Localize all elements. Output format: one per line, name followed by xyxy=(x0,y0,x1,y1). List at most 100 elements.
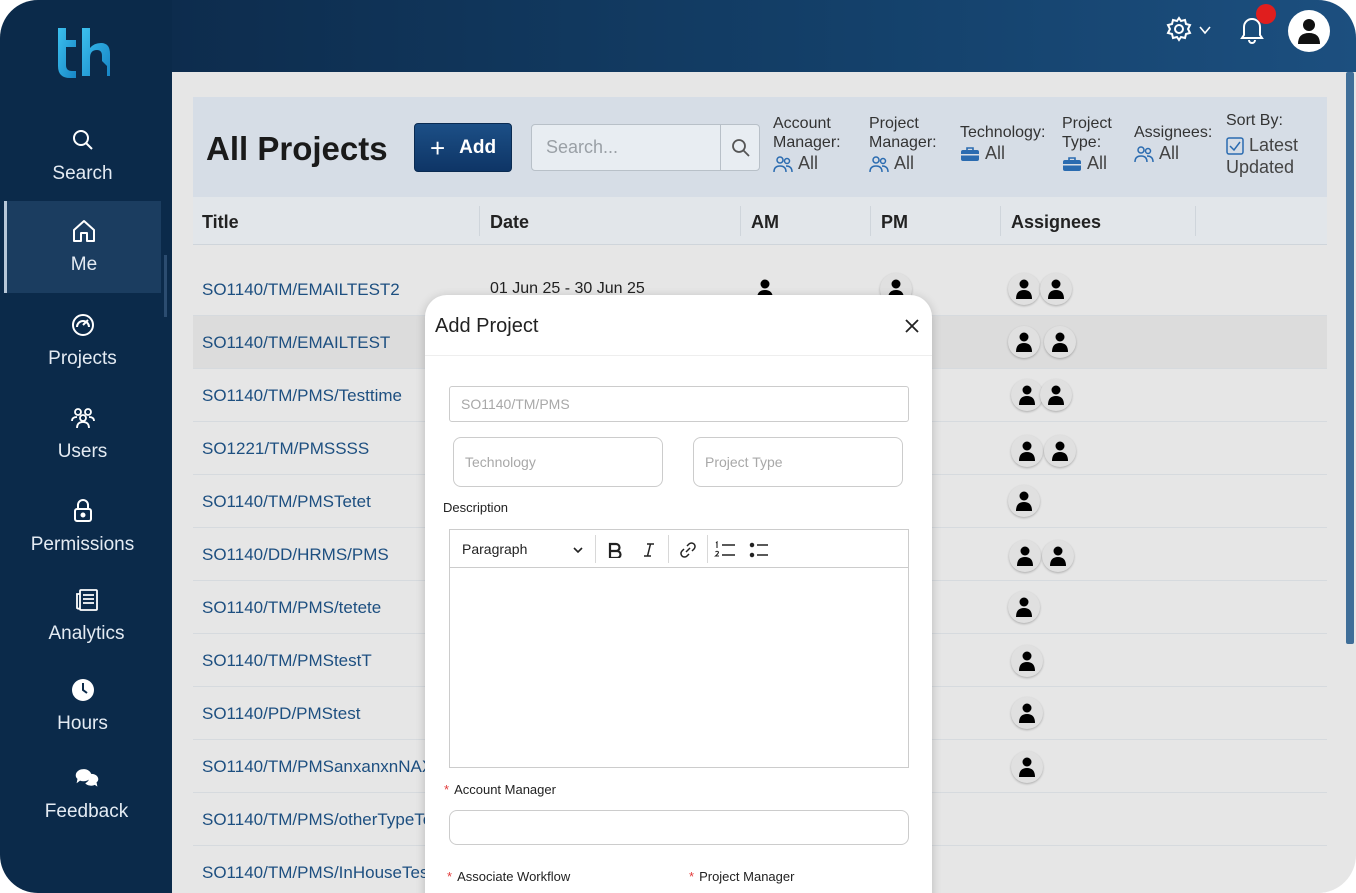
project-title-link[interactable]: SO1140/TM/PMSTetet xyxy=(202,492,371,512)
project-title-link[interactable]: SO1221/TM/PMSSSS xyxy=(202,439,369,459)
logo[interactable] xyxy=(50,24,110,80)
sidebar-item-feedback[interactable]: Feedback xyxy=(8,748,165,840)
add-project-modal: Add Project Description Paragraph xyxy=(425,295,932,893)
project-title-link[interactable]: SO1140/PD/PMStest xyxy=(202,704,360,724)
filter-project-manager[interactable]: Project Manager: All xyxy=(869,114,937,173)
editor-toolbar: Paragraph xyxy=(450,530,908,568)
assignee-avatar[interactable] xyxy=(1008,273,1040,305)
filter-value: All xyxy=(1159,143,1180,163)
project-title-link[interactable]: SO1140/TM/PMS/Testtime xyxy=(202,386,402,406)
add-project-button[interactable]: + Add xyxy=(414,123,512,172)
account-manager-select[interactable] xyxy=(449,810,909,845)
bold-button[interactable] xyxy=(604,539,626,561)
project-title-link[interactable]: SO1140/TM/EMAILTEST2 xyxy=(202,280,400,300)
chat-icon xyxy=(74,765,100,791)
project-title-link[interactable]: SO1140/TM/PMS/otherTypeTe xyxy=(202,810,432,830)
editor-content-area[interactable] xyxy=(450,569,908,767)
assignee-avatar[interactable] xyxy=(1040,379,1072,411)
main-scrollbar[interactable] xyxy=(1346,72,1354,644)
project-title-link[interactable]: SO1140/TM/PMSanxanxnNAX xyxy=(202,757,433,777)
column-header-title[interactable]: Title xyxy=(202,212,239,233)
sidebar-item-label: Permissions xyxy=(30,534,135,555)
assignee-avatar[interactable] xyxy=(1040,273,1072,305)
sidebar-item-label: Analytics xyxy=(48,623,125,644)
column-header-date[interactable]: Date xyxy=(490,212,529,233)
home-icon xyxy=(71,218,97,244)
assignee-avatar[interactable] xyxy=(1008,485,1040,517)
project-title-link[interactable]: SO1140/TM/PMS/InHouseTest xyxy=(202,863,433,883)
top-header xyxy=(172,0,1356,72)
assignee-avatar[interactable] xyxy=(1011,645,1043,677)
sidebar-item-hours[interactable]: Hours xyxy=(4,660,161,752)
column-header-pm[interactable]: PM xyxy=(881,212,908,233)
filter-technology[interactable]: Technology: All xyxy=(960,123,1045,163)
description-editor: Paragraph xyxy=(449,529,909,768)
newspaper-icon xyxy=(74,587,100,613)
filter-value: All xyxy=(798,153,819,173)
sort-value-2: Updated xyxy=(1226,157,1295,177)
app-frame: Search Me Projects Users Permissions Ana… xyxy=(0,0,1356,893)
filter-label: Type: xyxy=(1062,134,1102,151)
assignee-avatar[interactable] xyxy=(1008,591,1040,623)
plus-icon: + xyxy=(429,132,446,163)
column-divider xyxy=(870,206,871,236)
project-title-link[interactable]: SO1140/TM/PMStestT xyxy=(202,651,372,671)
project-title-link[interactable]: SO1140/TM/PMS/tetete xyxy=(202,598,381,618)
search-input[interactable] xyxy=(532,125,720,170)
assignee-avatar[interactable] xyxy=(1009,540,1041,572)
sidebar-item-me[interactable]: Me xyxy=(4,201,161,293)
project-title-link[interactable]: SO1140/TM/EMAILTEST xyxy=(202,333,390,353)
project-type-select[interactable] xyxy=(693,437,903,487)
filter-project-type[interactable]: Project Type: All xyxy=(1062,114,1112,173)
project-title-link[interactable]: SO1140/DD/HRMS/PMS xyxy=(202,545,389,565)
chevron-down-icon[interactable] xyxy=(1198,24,1212,36)
assignee-avatar[interactable] xyxy=(1011,751,1043,783)
sidebar-item-projects[interactable]: Projects xyxy=(4,295,161,387)
filter-assignees[interactable]: Assignees: All xyxy=(1134,123,1212,163)
sidebar-item-users[interactable]: Users xyxy=(4,388,161,480)
avatar[interactable] xyxy=(1288,10,1330,52)
required-mark: * xyxy=(447,869,453,884)
sort-by[interactable]: Sort By: Latest Updated xyxy=(1226,111,1298,177)
gear-icon[interactable] xyxy=(1166,16,1192,42)
project-code-input[interactable] xyxy=(449,386,909,422)
sidebar-item-label: Users xyxy=(57,441,108,462)
sort-label: Sort By: xyxy=(1226,112,1283,129)
filter-account-manager[interactable]: Account Manager: All xyxy=(773,114,841,173)
sidebar-item-permissions[interactable]: Permissions xyxy=(4,481,161,573)
required-mark: * xyxy=(444,782,450,797)
filter-label: Manager: xyxy=(869,134,937,151)
filter-label: Project xyxy=(869,115,919,132)
sidebar-scrollbar[interactable] xyxy=(164,255,167,317)
briefcase-icon xyxy=(961,146,979,161)
chevron-down-icon[interactable] xyxy=(572,545,584,555)
assignee-avatar[interactable] xyxy=(1042,540,1074,572)
assignee-avatar[interactable] xyxy=(1044,435,1076,467)
sidebar-item-analytics[interactable]: Analytics xyxy=(8,570,165,662)
search-button[interactable] xyxy=(720,125,760,170)
assignee-avatar[interactable] xyxy=(1011,435,1043,467)
close-icon[interactable] xyxy=(903,317,921,335)
link-button[interactable] xyxy=(677,539,699,561)
checkbox-icon xyxy=(1226,136,1244,155)
search-icon xyxy=(731,138,750,157)
account-manager-label: * Account Manager xyxy=(444,782,556,797)
column-header-assignees[interactable]: Assignees xyxy=(1011,212,1101,233)
clock-icon xyxy=(70,677,96,703)
assignee-avatar[interactable] xyxy=(1011,379,1043,411)
assignee-avatar[interactable] xyxy=(1011,697,1043,729)
italic-button[interactable] xyxy=(638,539,660,561)
numbered-list-button[interactable] xyxy=(714,539,736,561)
technology-select[interactable] xyxy=(453,437,663,487)
column-header-am[interactable]: AM xyxy=(751,212,779,233)
sidebar-item-search[interactable]: Search xyxy=(4,110,161,202)
page-title: All Projects xyxy=(206,130,388,167)
assignee-avatar[interactable] xyxy=(1008,326,1040,358)
lock-icon xyxy=(70,498,96,524)
paragraph-select[interactable]: Paragraph xyxy=(462,541,527,557)
assignee-avatar[interactable] xyxy=(1044,326,1076,358)
bulleted-list-button[interactable] xyxy=(748,539,770,561)
sidebar-item-label: Hours xyxy=(57,713,108,734)
bold-icon xyxy=(608,542,622,558)
required-mark: * xyxy=(689,869,695,884)
